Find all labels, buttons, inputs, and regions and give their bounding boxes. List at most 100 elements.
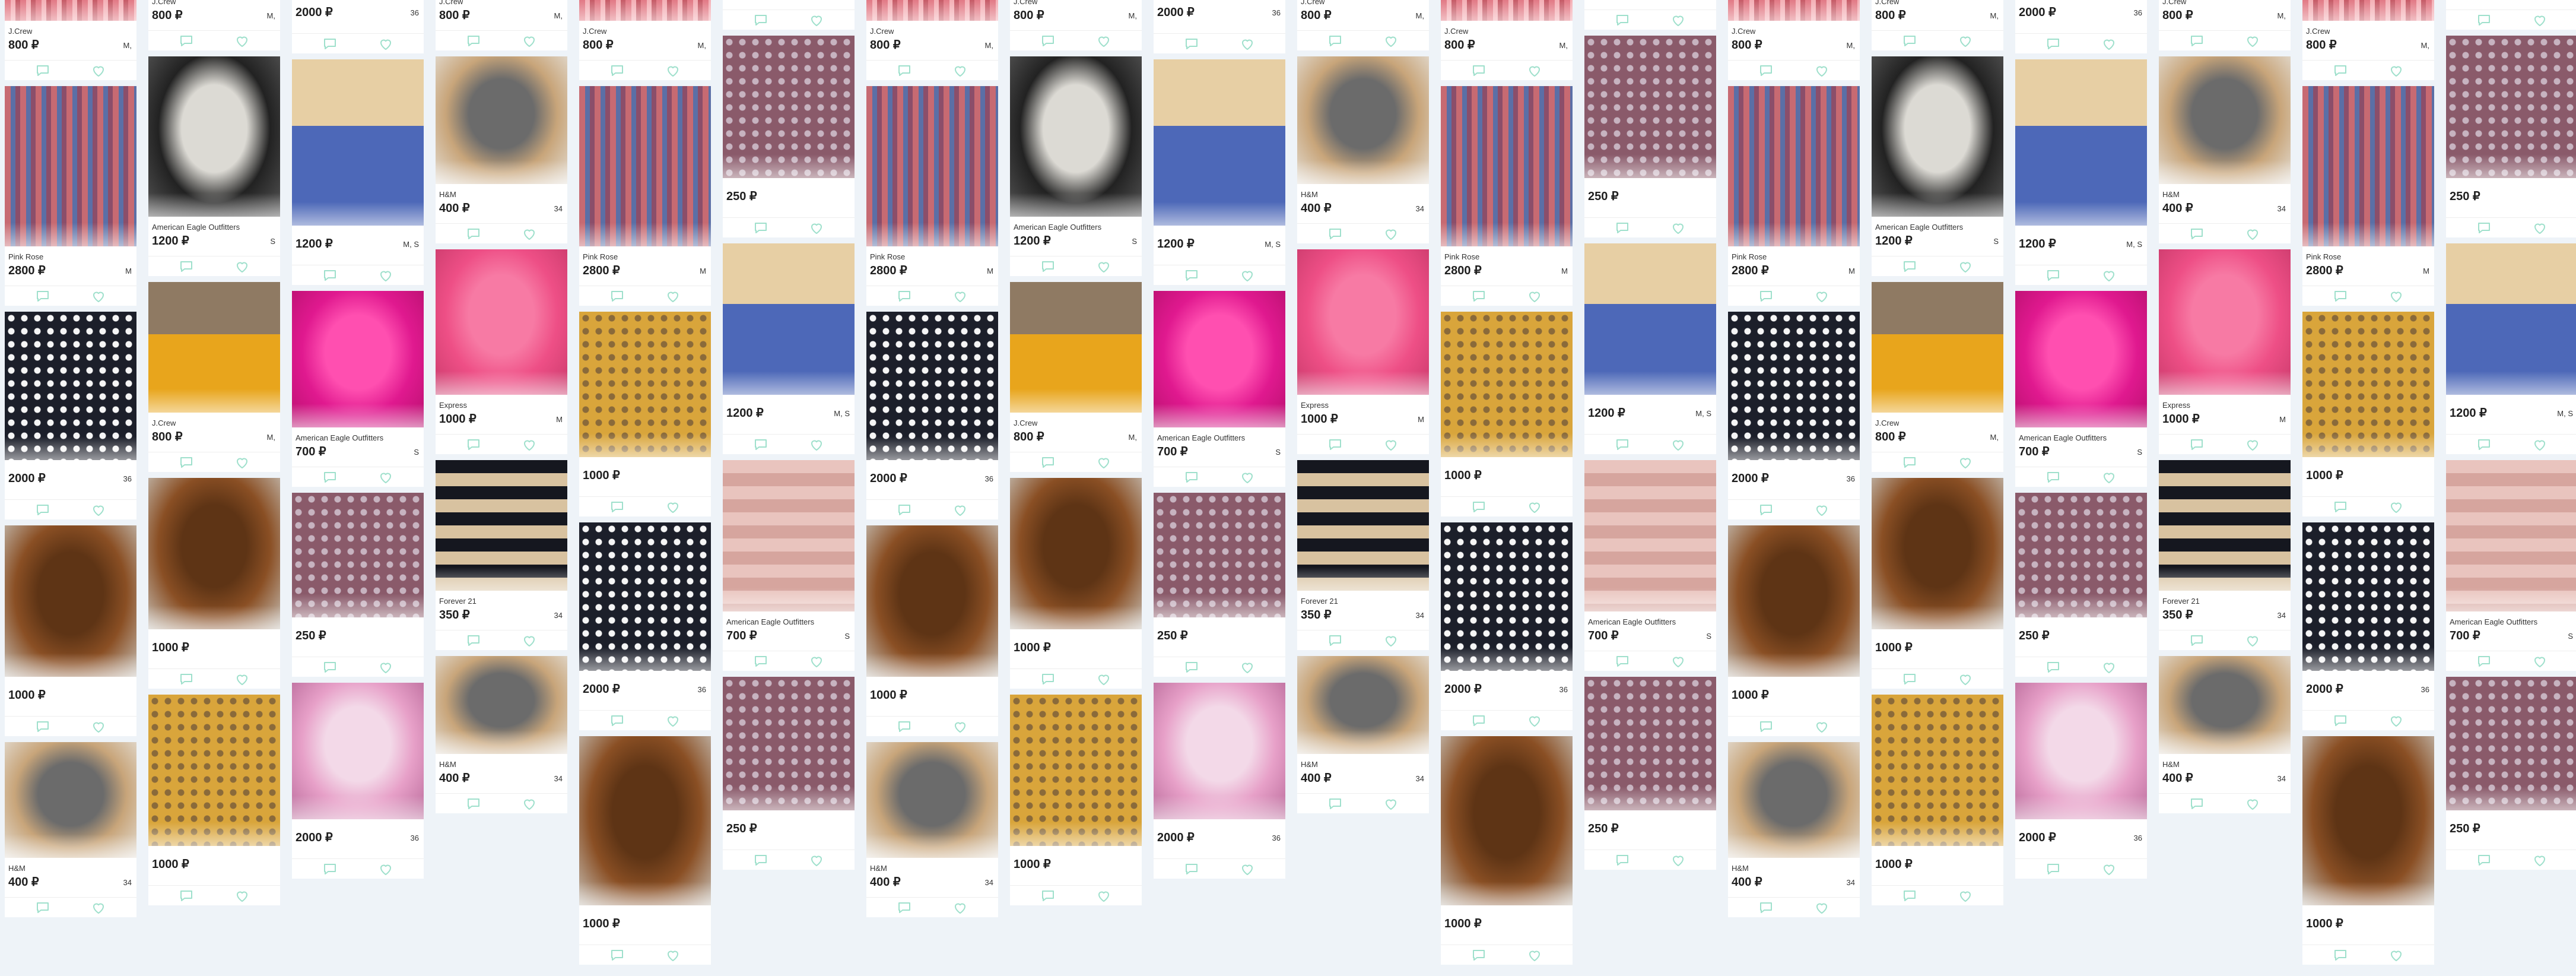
heart-icon[interactable] (235, 889, 249, 902)
product-photo[interactable] (1872, 282, 2003, 413)
comment-icon[interactable] (610, 500, 624, 514)
heart-icon[interactable] (2245, 227, 2260, 240)
heart-icon[interactable] (2389, 949, 2403, 962)
heart-icon[interactable] (2102, 863, 2116, 876)
product-card[interactable]: 2000 ₽ 36 (1154, 0, 1285, 53)
product-photo[interactable] (148, 282, 280, 413)
heart-icon[interactable] (953, 64, 967, 77)
heart-icon[interactable] (2389, 290, 2403, 303)
comment-icon[interactable] (466, 634, 481, 647)
heart-icon[interactable] (1097, 889, 1111, 902)
comment-icon[interactable] (1041, 34, 1055, 47)
comment-icon[interactable] (179, 673, 193, 686)
product-card[interactable]: H&M 400 ₽ 34 (5, 742, 136, 917)
product-card[interactable]: Express 1000 ₽ M (1297, 249, 1429, 454)
product-card[interactable]: J.Crew 800 ₽ M, (1872, 282, 2003, 472)
product-photo[interactable] (2446, 36, 2576, 178)
product-card[interactable]: American Eagle Outfitters700 ₽S (1584, 0, 1716, 30)
product-card[interactable]: J.Crew 800 ₽ M, (1872, 0, 2003, 50)
heart-icon[interactable] (91, 64, 106, 77)
heart-icon[interactable] (1240, 471, 1254, 484)
heart-icon[interactable] (91, 503, 106, 516)
product-card[interactable]: American Eagle Outfitters 1200 ₽ S (1872, 56, 2003, 276)
heart-icon[interactable] (1958, 456, 1973, 469)
product-card[interactable]: American Eagle Outfitters700 ₽S (723, 0, 855, 30)
product-card[interactable]: American Eagle Outfitters700 ₽S (2446, 0, 2576, 30)
product-card[interactable]: American Eagle Outfitters700 ₽S (723, 460, 855, 671)
product-card[interactable]: 2000 ₽ 36 (2302, 522, 2434, 730)
product-card[interactable]: 1200 ₽ M, S (1154, 59, 1285, 285)
product-card[interactable]: H&M 400 ₽ 34 (1297, 56, 1429, 243)
heart-icon[interactable] (1384, 634, 1398, 647)
heart-icon[interactable] (1097, 673, 1111, 686)
heart-icon[interactable] (522, 634, 536, 647)
heart-icon[interactable] (953, 290, 967, 303)
heart-icon[interactable] (1097, 260, 1111, 273)
comment-icon[interactable] (1184, 661, 1199, 674)
comment-icon[interactable] (1041, 456, 1055, 469)
heart-icon[interactable] (2245, 34, 2260, 47)
comment-icon[interactable] (1902, 260, 1917, 273)
heart-icon[interactable] (522, 34, 536, 47)
heart-icon[interactable] (379, 863, 393, 876)
product-photo[interactable] (2302, 0, 2434, 21)
heart-icon[interactable] (1958, 889, 1973, 902)
comment-icon[interactable] (2190, 797, 2204, 810)
product-photo[interactable] (1441, 0, 1573, 21)
comment-icon[interactable] (1041, 889, 1055, 902)
heart-icon[interactable] (1958, 260, 1973, 273)
product-card[interactable]: 250 ₽ (2446, 677, 2576, 870)
comment-icon[interactable] (179, 260, 193, 273)
comment-icon[interactable] (2333, 949, 2348, 962)
product-photo[interactable] (436, 460, 567, 591)
heart-icon[interactable] (1815, 64, 1829, 77)
comment-icon[interactable] (610, 949, 624, 962)
heart-icon[interactable] (1671, 655, 1685, 668)
product-card[interactable]: Pink Rose 2800 ₽ M (2302, 86, 2434, 306)
comment-icon[interactable] (1041, 260, 1055, 273)
comment-icon[interactable] (36, 290, 50, 303)
comment-icon[interactable] (1184, 471, 1199, 484)
product-card[interactable]: 1200 ₽ M, S (2015, 59, 2147, 285)
comment-icon[interactable] (1328, 34, 1342, 47)
comment-icon[interactable] (2046, 269, 2060, 282)
product-card[interactable]: 250 ₽ (723, 36, 855, 237)
product-card[interactable]: Pink Rose 2800 ₽ M (5, 86, 136, 306)
heart-icon[interactable] (1240, 269, 1254, 282)
product-photo[interactable] (1154, 59, 1285, 226)
comment-icon[interactable] (2190, 34, 2204, 47)
comment-icon[interactable] (1902, 889, 1917, 902)
product-photo[interactable] (1872, 56, 2003, 217)
product-photo[interactable] (1441, 522, 1573, 671)
comment-icon[interactable] (1472, 714, 1486, 727)
comment-icon[interactable] (323, 471, 337, 484)
heart-icon[interactable] (91, 720, 106, 733)
heart-icon[interactable] (379, 661, 393, 674)
product-card[interactable]: Express 1000 ₽ M (2159, 249, 2291, 454)
product-photo[interactable] (5, 742, 136, 858)
product-photo[interactable] (1297, 460, 1429, 591)
heart-icon[interactable] (1671, 221, 1685, 235)
product-photo[interactable] (866, 742, 998, 858)
product-card[interactable]: 1000 ₽ (866, 525, 998, 736)
product-card[interactable]: H&M 400 ₽ 34 (1297, 656, 1429, 813)
comment-icon[interactable] (36, 64, 50, 77)
product-photo[interactable] (1441, 86, 1573, 246)
heart-icon[interactable] (235, 260, 249, 273)
heart-icon[interactable] (2533, 854, 2547, 867)
heart-icon[interactable] (1815, 901, 1829, 914)
comment-icon[interactable] (1328, 797, 1342, 810)
heart-icon[interactable] (809, 438, 824, 451)
comment-icon[interactable] (466, 797, 481, 810)
comment-icon[interactable] (1184, 269, 1199, 282)
product-card[interactable]: Express 1000 ₽ M (436, 249, 567, 454)
heart-icon[interactable] (1527, 290, 1542, 303)
product-photo[interactable] (148, 478, 280, 629)
product-card[interactable]: Forever 21 350 ₽ 34 (436, 460, 567, 650)
heart-icon[interactable] (1240, 661, 1254, 674)
product-photo[interactable] (2159, 656, 2291, 754)
heart-icon[interactable] (953, 720, 967, 733)
heart-icon[interactable] (235, 34, 249, 47)
comment-icon[interactable] (2477, 14, 2491, 27)
product-card[interactable]: 2000 ₽ 36 (292, 0, 424, 53)
